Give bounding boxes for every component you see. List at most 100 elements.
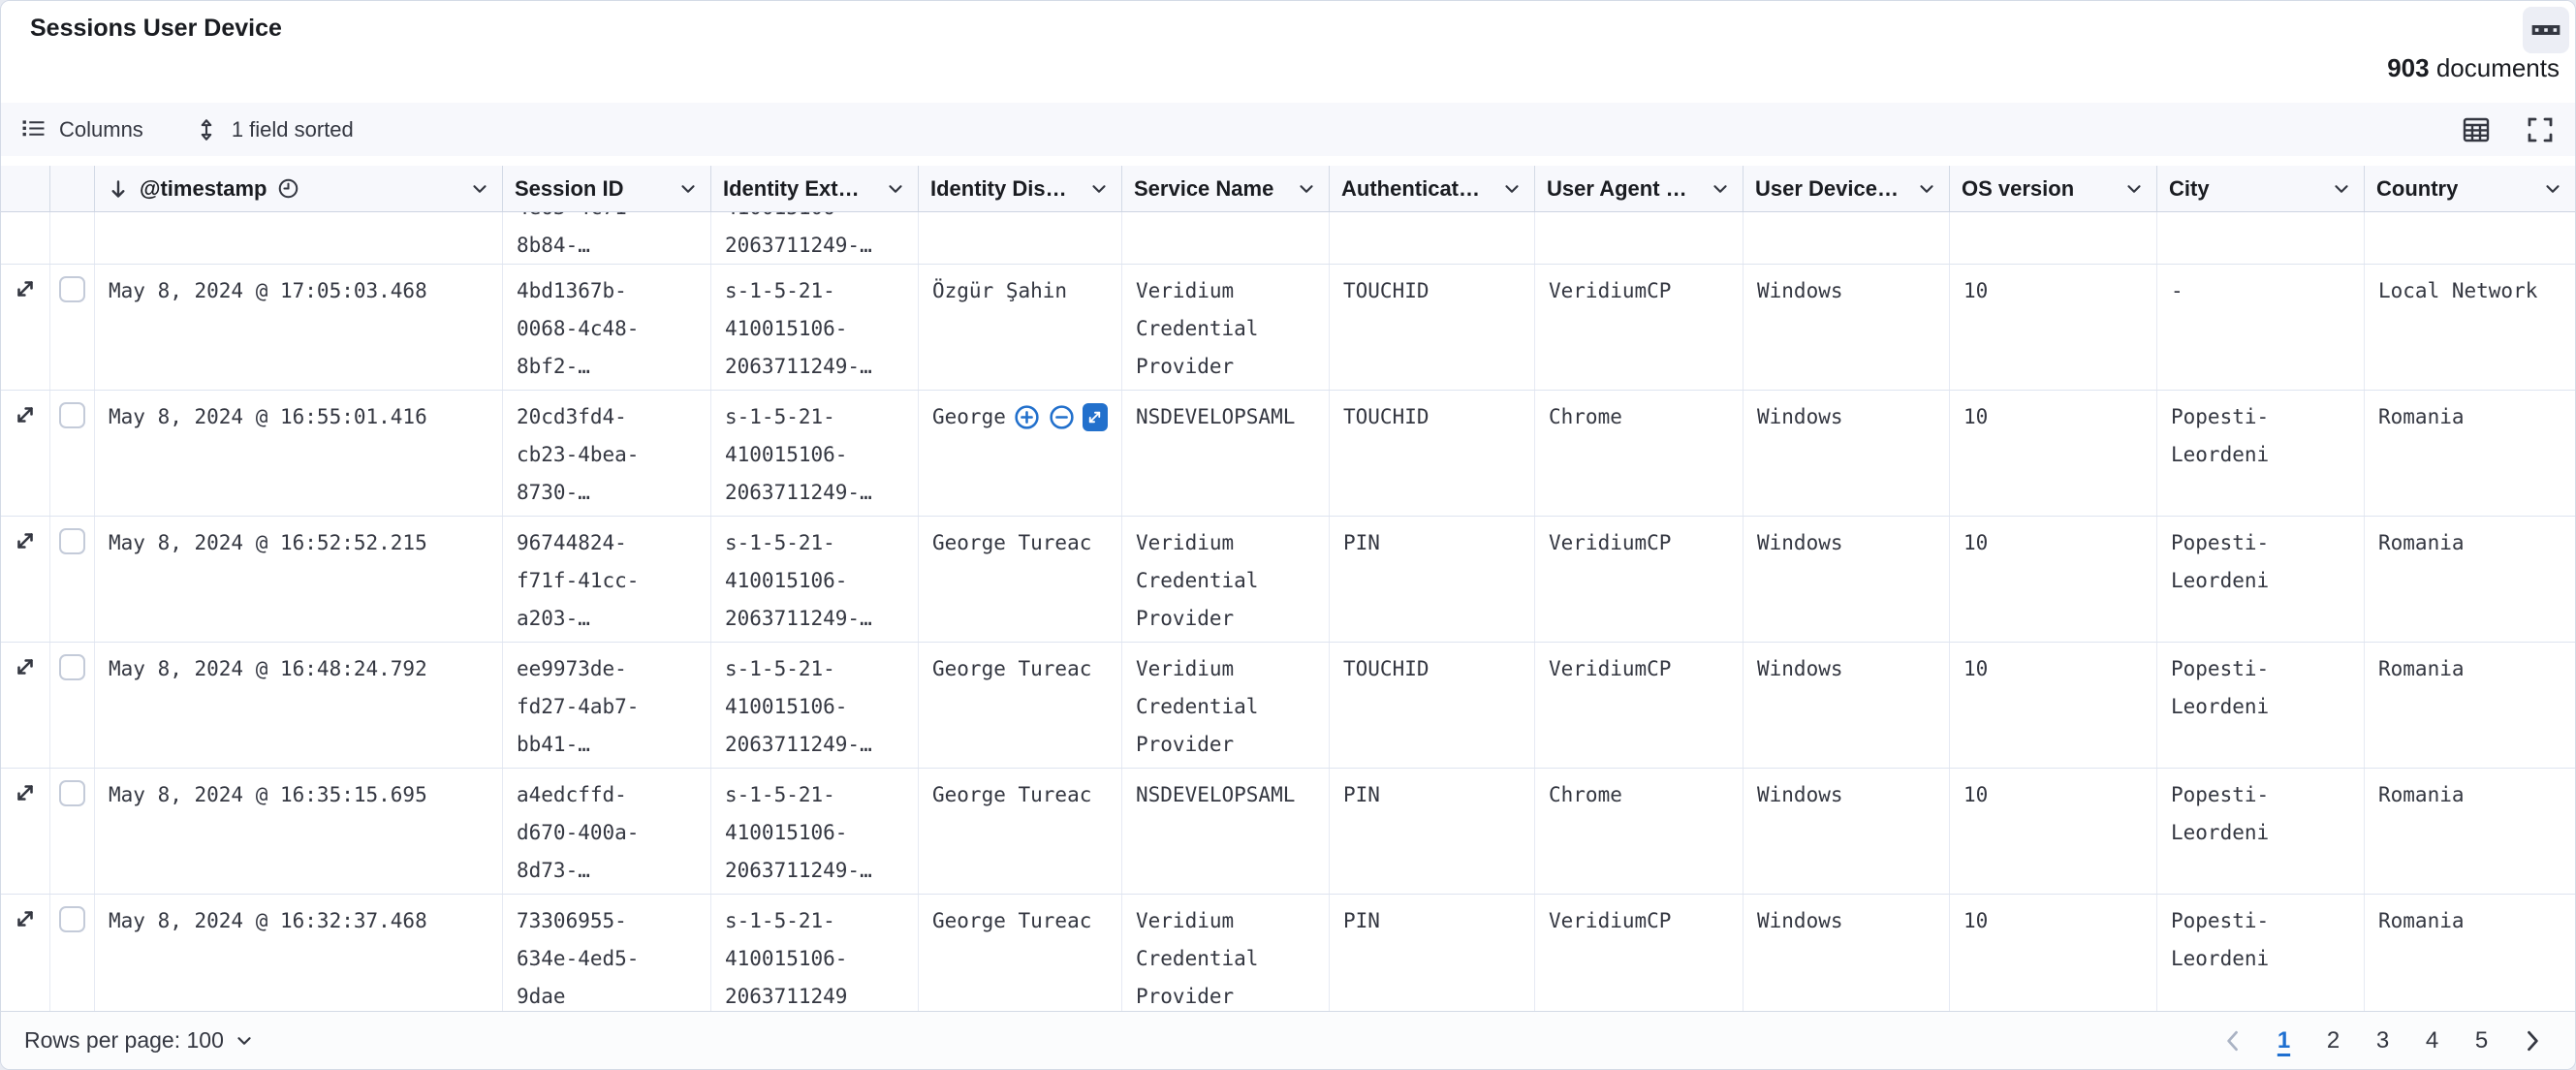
column-actions-button[interactable] <box>2331 178 2352 200</box>
column-actions-button[interactable] <box>1710 178 1731 200</box>
user-agent-cell: VeridiumCP <box>1535 895 1744 1011</box>
fullscreen-icon <box>2525 114 2556 145</box>
authentication-method-cell <box>1330 212 1535 264</box>
column-header-city[interactable]: City <box>2157 166 2365 211</box>
service-name-line: Credential <box>1136 310 1315 348</box>
expand-row-button[interactable] <box>11 400 40 429</box>
session-id-line: f71f-41cc- <box>517 562 697 600</box>
sessions-user-device-panel: Sessions User Device 903 documents Colum… <box>0 0 2576 1070</box>
chevron-down-icon <box>2331 178 2352 200</box>
list-icon <box>20 116 47 142</box>
row-checkbox[interactable] <box>59 276 85 302</box>
page-button-4[interactable]: 4 <box>2414 1022 2450 1060</box>
user-device-cell: Windows <box>1744 391 1950 516</box>
column-actions-button[interactable] <box>885 178 906 200</box>
column-header-service_name[interactable]: Service Name <box>1122 166 1330 211</box>
chevron-down-icon <box>1501 178 1523 200</box>
next-page-button[interactable] <box>2513 1027 2552 1054</box>
city-line: Popesti- <box>2171 524 2350 562</box>
column-actions-button[interactable] <box>469 178 490 200</box>
service-name-line: Provider <box>1136 726 1315 764</box>
row-checkbox[interactable] <box>59 780 85 806</box>
user-agent-cell: VeridiumCP <box>1535 643 1744 768</box>
country-line: Romania <box>2378 776 2561 814</box>
user-device-line: Windows <box>1757 650 1935 688</box>
filter-for-value-button[interactable] <box>1013 403 1041 431</box>
identity-external-id-line: 2063711249-… <box>725 227 904 264</box>
authentication-method-line: PIN <box>1343 524 1521 562</box>
chevron-down-icon <box>1916 178 1937 200</box>
city-line: Popesti- <box>2171 776 2350 814</box>
column-header-identity_display_name[interactable]: Identity Dis… <box>919 166 1122 211</box>
columns-button[interactable]: Columns <box>20 116 143 142</box>
expand-row-button[interactable] <box>11 904 40 933</box>
column-header-identity_external_id[interactable]: Identity Ext… <box>711 166 919 211</box>
identity-external-id-line: s-1-5-21- <box>725 902 904 940</box>
expand-row-button[interactable] <box>11 652 40 681</box>
os-version-cell: 10 <box>1950 895 2157 1011</box>
column-header-timestamp[interactable]: @timestamp <box>95 166 503 211</box>
column-actions-button[interactable] <box>1296 178 1317 200</box>
column-actions-button[interactable] <box>2542 178 2563 200</box>
row-checkbox[interactable] <box>59 402 85 428</box>
rows-per-page-button[interactable]: Rows per page: 100 <box>24 1027 255 1054</box>
panel-options-button[interactable] <box>2523 7 2569 53</box>
expand-cell-icon <box>1085 408 1104 426</box>
page-button-1[interactable]: 1 <box>2266 1022 2302 1060</box>
identity-display-name-cell: George <box>919 391 1122 516</box>
rows-per-page-label: Rows per page: 100 <box>24 1027 224 1054</box>
service-name-line: Veridium <box>1136 524 1315 562</box>
city-line: Popesti- <box>2171 902 2350 940</box>
session-id-cell: ee9973de-fd27-4ab7-bb41-… <box>503 643 711 768</box>
page-button-5[interactable]: 5 <box>2464 1022 2499 1060</box>
expand-row-button[interactable] <box>11 778 40 807</box>
sorted-fields-button[interactable]: 1 field sorted <box>194 117 354 142</box>
panel-header: Sessions User Device 903 documents <box>1 1 2575 103</box>
user-device-cell: Windows <box>1744 643 1950 768</box>
column-header-session_id[interactable]: Session ID <box>503 166 711 211</box>
session-id-cell: 4bd1367b-0068-4c48-8bf2-… <box>503 265 711 390</box>
page-button-3[interactable]: 3 <box>2365 1022 2401 1060</box>
expand-row-cell <box>1 895 50 1011</box>
city-line: - <box>2171 272 2350 310</box>
column-actions-button[interactable] <box>677 178 699 200</box>
user-agent-line: Chrome <box>1549 398 1729 436</box>
column-actions-button[interactable] <box>1916 178 1937 200</box>
column-header-authentication_method[interactable]: Authenticat… <box>1330 166 1535 211</box>
identity-display-name-value: George <box>932 398 1108 436</box>
page-button-2[interactable]: 2 <box>2315 1022 2351 1060</box>
session-id-line: 96744824- <box>517 524 697 562</box>
expand-row-button[interactable] <box>11 526 40 555</box>
expand-row-button[interactable] <box>11 274 40 303</box>
session-id-line: ee9973de- <box>517 650 697 688</box>
column-header-user_device[interactable]: User Device… <box>1744 166 1950 211</box>
city-cell: Popesti-Leordeni <box>2157 391 2365 516</box>
row-checkbox[interactable] <box>59 906 85 932</box>
column-actions-button[interactable] <box>1088 178 1110 200</box>
column-header-country[interactable]: Country <box>2365 166 2575 211</box>
column-header-label: User Device… <box>1755 176 1899 202</box>
session-id-line: 8730-… <box>517 474 697 512</box>
city-cell: Popesti-Leordeni <box>2157 895 2365 1011</box>
user-device-cell: Windows <box>1744 265 1950 390</box>
authentication-method-line: TOUCHID <box>1343 650 1521 688</box>
identity-external-id-cell: s-1-5-21-410015106-2063711249-… <box>711 643 919 768</box>
column-actions-button[interactable] <box>2123 178 2145 200</box>
expand-cell-button[interactable] <box>1083 403 1108 431</box>
timestamp-value: May 8, 2024 @ 16:35:15.695 <box>109 776 488 814</box>
column-actions-button[interactable] <box>1501 178 1523 200</box>
city-line: Leordeni <box>2171 940 2350 978</box>
city-line: Popesti- <box>2171 398 2350 436</box>
city-line: Leordeni <box>2171 562 2350 600</box>
column-header-os_version[interactable]: OS version <box>1950 166 2157 211</box>
previous-page-button[interactable] <box>2214 1027 2252 1054</box>
row-checkbox[interactable] <box>59 528 85 554</box>
filter-out-value-button[interactable] <box>1048 403 1076 431</box>
display-options-button[interactable] <box>2461 114 2492 145</box>
fullscreen-button[interactable] <box>2525 114 2556 145</box>
row-checkbox[interactable] <box>59 654 85 680</box>
os-version-cell <box>1950 212 2157 264</box>
column-header-user_agent[interactable]: User Agent … <box>1535 166 1744 211</box>
grid-footer: Rows per page: 100 12345 <box>1 1011 2575 1069</box>
select-row-cell <box>50 212 95 264</box>
